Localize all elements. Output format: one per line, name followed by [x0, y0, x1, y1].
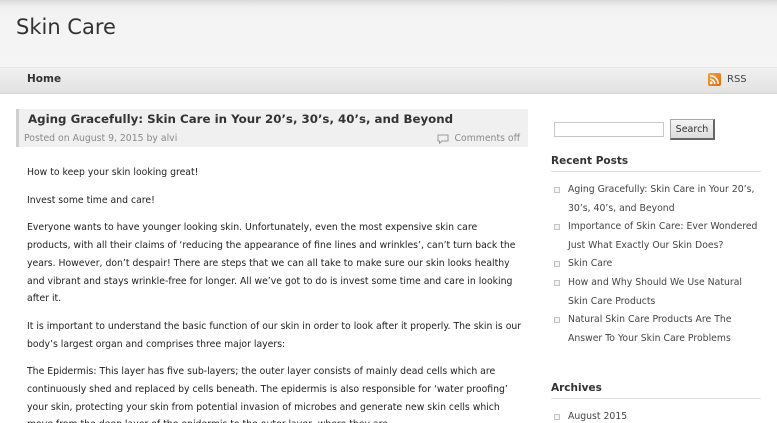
- recent-post-link[interactable]: Skin Care: [568, 258, 612, 269]
- post-paragraph: Invest some time and care!: [27, 194, 155, 206]
- recent-post-link[interactable]: Importance of Skin Care: Ever Wondered J…: [568, 221, 757, 251]
- post-title[interactable]: Aging Gracefully: Skin Care in Your 20’s…: [28, 112, 453, 126]
- square-bullet-icon: [554, 224, 560, 231]
- recent-post-link[interactable]: Aging Gracefully: Skin Care in Your 20’s…: [568, 184, 754, 214]
- site-title[interactable]: Skin Care: [16, 15, 116, 39]
- post-paragraph: Everyone wants to have younger looking s…: [27, 222, 516, 305]
- list-item: August 2015: [551, 408, 761, 423]
- nav-home-link[interactable]: Home: [27, 73, 61, 85]
- recent-posts-list: Aging Gracefully: Skin Care in Your 20’s…: [551, 181, 761, 348]
- rss-label: RSS: [727, 74, 747, 85]
- list-item: Importance of Skin Care: Ever Wondered J…: [551, 218, 761, 255]
- by-label: by: [146, 133, 158, 144]
- list-item: Aging Gracefully: Skin Care in Your 20’s…: [551, 181, 761, 218]
- post-meta: Posted on August 9, 2015 by alvi: [24, 133, 177, 144]
- post-date-link[interactable]: August 9, 2015: [73, 133, 144, 144]
- post-paragraph: It is important to understand the basic …: [27, 320, 522, 350]
- site-header: Skin Care: [0, 0, 777, 67]
- recent-post-link[interactable]: How and Why Should We Use Natural Skin C…: [568, 277, 742, 307]
- comment-bubble-icon: [437, 134, 449, 144]
- post-paragraph: The Epidermis: This layer has five sub-l…: [27, 366, 508, 423]
- square-bullet-icon: [554, 261, 560, 268]
- post-content: How to keep your skin looking great! Inv…: [27, 164, 522, 423]
- rss-icon: [708, 73, 721, 86]
- list-item: Natural Skin Care Products Are The Answe…: [551, 311, 761, 348]
- comments-status: Comments off: [437, 133, 520, 144]
- archives-list: August 2015: [551, 408, 761, 423]
- square-bullet-icon: [554, 414, 560, 420]
- archive-link[interactable]: August 2015: [568, 411, 627, 422]
- square-bullet-icon: [554, 279, 560, 286]
- search-button[interactable]: Search: [670, 119, 715, 140]
- posted-on-label: Posted on: [24, 133, 70, 144]
- square-bullet-icon: [554, 187, 560, 193]
- post-paragraph: How to keep your skin looking great!: [27, 167, 199, 178]
- rss-link[interactable]: RSS: [708, 73, 747, 86]
- recent-posts-title: Recent Posts: [551, 155, 761, 172]
- post-author-link[interactable]: alvi: [161, 133, 177, 144]
- search-input[interactable]: [554, 122, 664, 137]
- archives-title: Archives: [551, 382, 761, 399]
- square-bullet-icon: [554, 317, 560, 324]
- main-nav: Home RSS: [0, 67, 777, 94]
- recent-post-link[interactable]: Natural Skin Care Products Are The Answe…: [568, 314, 732, 344]
- comments-label: Comments off: [454, 133, 520, 144]
- post-header: Aging Gracefully: Skin Care in Your 20’s…: [16, 109, 528, 147]
- list-item: How and Why Should We Use Natural Skin C…: [551, 274, 761, 311]
- list-item: Skin Care: [551, 255, 761, 274]
